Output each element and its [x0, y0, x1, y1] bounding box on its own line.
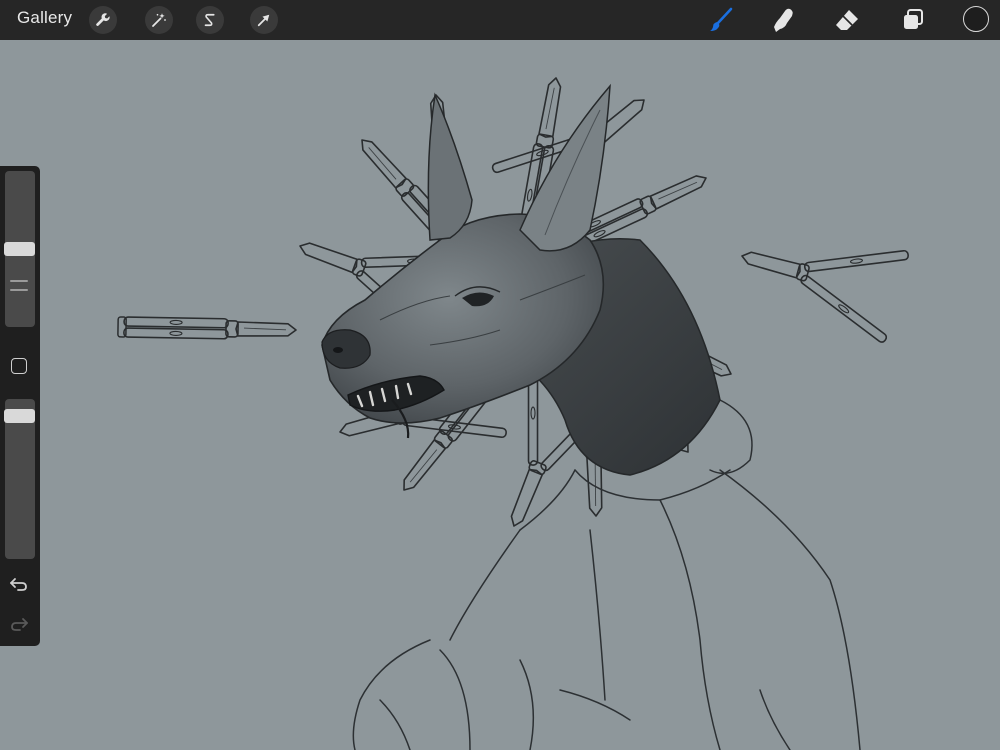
artwork: [117, 62, 912, 750]
brush-icon: [710, 7, 733, 31]
top-toolbar: Gallery: [0, 0, 1000, 40]
opacity-slider[interactable]: [4, 399, 35, 559]
brush-size-slider[interactable]: [4, 171, 35, 327]
drawing-canvas[interactable]: [0, 40, 1000, 750]
modify-button[interactable]: [11, 358, 27, 374]
grip-line: [10, 280, 28, 282]
opacity-thumb[interactable]: [4, 409, 35, 423]
brush-button[interactable]: [706, 5, 736, 35]
color-swatch-button[interactable]: [963, 6, 989, 32]
left-sidebar: [0, 166, 40, 646]
undo-icon[interactable]: [9, 574, 29, 594]
arrow-cursor-icon: [257, 14, 270, 27]
eraser-icon: [836, 10, 858, 30]
wrench-icon: [96, 13, 110, 26]
smudge-finger-icon: [774, 8, 793, 32]
adjustments-button[interactable]: [145, 6, 173, 34]
transform-button[interactable]: [250, 6, 278, 34]
brush-size-thumb[interactable]: [4, 242, 35, 256]
grip-line: [10, 289, 28, 291]
selection-s-icon: [204, 13, 215, 27]
redo-icon[interactable]: [9, 614, 29, 634]
gallery-button[interactable]: Gallery: [17, 8, 72, 28]
magic-wand-icon: [152, 13, 166, 27]
layers-icon: [904, 9, 923, 29]
actions-button[interactable]: [89, 6, 117, 34]
selection-button[interactable]: [196, 6, 224, 34]
layers-button[interactable]: [898, 5, 928, 35]
smudge-button[interactable]: [768, 5, 798, 35]
eraser-button[interactable]: [832, 5, 862, 35]
